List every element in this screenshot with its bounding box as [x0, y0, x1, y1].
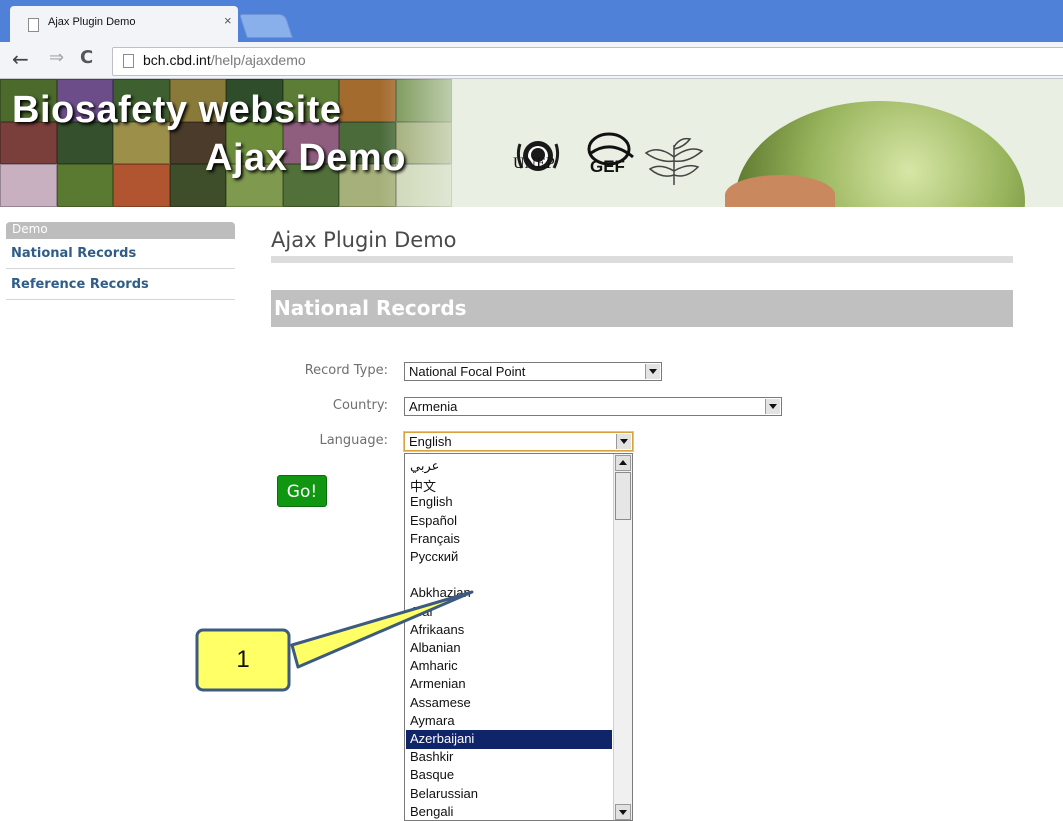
dropdown-option[interactable]: Basque: [406, 766, 612, 785]
site-banner: Biosafety website Ajax Demo UNEP GEF: [0, 79, 1063, 207]
back-arrow-icon[interactable]: ←: [12, 47, 29, 71]
dropdown-option-label: Azerbaijani: [410, 731, 475, 746]
chevron-down-icon[interactable]: [765, 399, 780, 414]
dropdown-option-label: Bengali: [410, 803, 454, 819]
language-select[interactable]: English: [404, 432, 633, 451]
unep-logo-text: UNEP: [513, 155, 555, 172]
dropdown-option[interactable]: Amharic: [406, 657, 612, 676]
dropdown-option-label: 中文: [410, 479, 437, 495]
dropdown-option[interactable]: Assamese: [406, 694, 612, 713]
tab-title: Ajax Plugin Demo: [48, 16, 136, 28]
browser-tab-bar: Ajax Plugin Demo ×: [0, 0, 1063, 42]
page-title: Ajax Plugin Demo: [271, 228, 457, 252]
browser-tab[interactable]: Ajax Plugin Demo ×: [10, 6, 238, 42]
dropdown-option[interactable]: Albanian: [406, 639, 612, 658]
new-tab-button[interactable]: [239, 14, 293, 38]
gef-logo-text: GEF: [590, 157, 625, 176]
callout-label: 1: [236, 646, 250, 673]
forward-arrow-icon[interactable]: ⇒: [49, 47, 64, 68]
dropdown-option[interactable]: Bashkir: [406, 748, 612, 767]
section-header: National Records: [271, 290, 1013, 327]
url-host: bch.cbd.int: [143, 52, 211, 68]
go-button[interactable]: Go!: [277, 475, 327, 507]
sidebar-item-national-records[interactable]: National Records: [6, 239, 235, 269]
dropdown-option-label: Français: [410, 530, 460, 546]
dropdown-option-label: Belarussian: [410, 785, 478, 801]
dropdown-option[interactable]: English: [406, 493, 612, 512]
dropdown-option-label: Bashkir: [410, 749, 454, 765]
dropdown-option[interactable]: Afrikaans: [406, 621, 612, 640]
dropdown-option[interactable]: Azerbaijani: [406, 730, 612, 749]
dropdown-option[interactable]: Aymara: [406, 712, 612, 731]
close-icon[interactable]: ×: [224, 13, 232, 28]
sidebar-item-label: Reference Records: [11, 277, 149, 292]
browser-toolbar: ← ⇒ C bch.cbd.int/help/ajaxdemo: [0, 42, 1063, 79]
page-icon: [28, 18, 39, 32]
reload-icon[interactable]: C: [80, 47, 93, 68]
address-bar[interactable]: bch.cbd.int/help/ajaxdemo: [112, 47, 1063, 76]
dropdown-option[interactable]: Русский: [406, 548, 612, 567]
dropdown-option[interactable]: [406, 566, 612, 585]
dropdown-option[interactable]: Belarussian: [406, 785, 612, 804]
dropdown-option[interactable]: Français: [406, 530, 612, 549]
language-dropdown-list[interactable]: عربي 中文 English Español Français Русский Abkha…: [404, 453, 633, 821]
dropdown-scrollbar[interactable]: [613, 454, 632, 820]
dropdown-option-label: Armenian: [410, 676, 466, 692]
dropdown-option-label: عربي: [410, 458, 440, 473]
hand-image: [725, 175, 835, 207]
sidebar-header: Demo: [6, 222, 235, 239]
dropdown-option[interactable]: 中文: [406, 475, 612, 494]
language-value: English: [409, 434, 452, 449]
scrollbar-thumb[interactable]: [615, 472, 631, 520]
dropdown-option-label: Afrikaans: [410, 621, 465, 637]
page-icon: [123, 54, 134, 68]
scroll-up-icon[interactable]: [615, 455, 631, 471]
dropdown-option[interactable]: عربي: [406, 457, 612, 476]
dropdown-option[interactable]: Español: [406, 512, 612, 531]
sidebar-header-label: Demo: [12, 222, 48, 236]
record-type-select[interactable]: National Focal Point: [404, 362, 662, 381]
sidebar-item-label: National Records: [11, 246, 137, 261]
dropdown-option-label: Abkhazian: [410, 585, 471, 601]
dropdown-option-label: Aymara: [410, 712, 455, 728]
country-label: Country:: [332, 398, 388, 413]
language-label: Language:: [319, 433, 388, 448]
dropdown-option-label: Amharic: [410, 658, 458, 674]
section-title: National Records: [274, 296, 467, 320]
record-type-value: National Focal Point: [409, 364, 526, 379]
dropdown-option-label: Afar: [410, 603, 434, 619]
title-divider: [271, 256, 1013, 263]
dropdown-option-label: Albanian: [410, 640, 461, 655]
dropdown-option[interactable]: Bengali: [406, 803, 612, 820]
dropdown-option-label: Assamese: [410, 694, 471, 710]
banner-title: Biosafety website: [12, 89, 342, 131]
banner-subtitle: Ajax Demo: [205, 137, 406, 179]
dropdown-option[interactable]: Afar: [406, 603, 612, 622]
chevron-down-icon[interactable]: [616, 434, 631, 449]
leaf-logo-icon: [644, 137, 704, 185]
record-type-label: Record Type:: [304, 363, 388, 378]
country-select[interactable]: Armenia: [404, 397, 782, 416]
sidebar-item-reference-records[interactable]: Reference Records: [6, 270, 235, 300]
dropdown-option-label: Español: [410, 512, 457, 528]
dropdown-option-label: Русский: [410, 549, 459, 564]
dropdown-option[interactable]: Abkhazian: [406, 584, 612, 603]
country-value: Armenia: [409, 399, 458, 414]
dropdown-option-label: English: [410, 494, 453, 510]
chevron-down-icon[interactable]: [645, 364, 660, 379]
scroll-down-icon[interactable]: [615, 804, 631, 820]
dropdown-option-label: Basque: [410, 767, 455, 783]
url-text: bch.cbd.int/help/ajaxdemo: [143, 52, 306, 68]
url-path: /help/ajaxdemo: [210, 52, 306, 68]
dropdown-option[interactable]: Armenian: [406, 675, 612, 694]
